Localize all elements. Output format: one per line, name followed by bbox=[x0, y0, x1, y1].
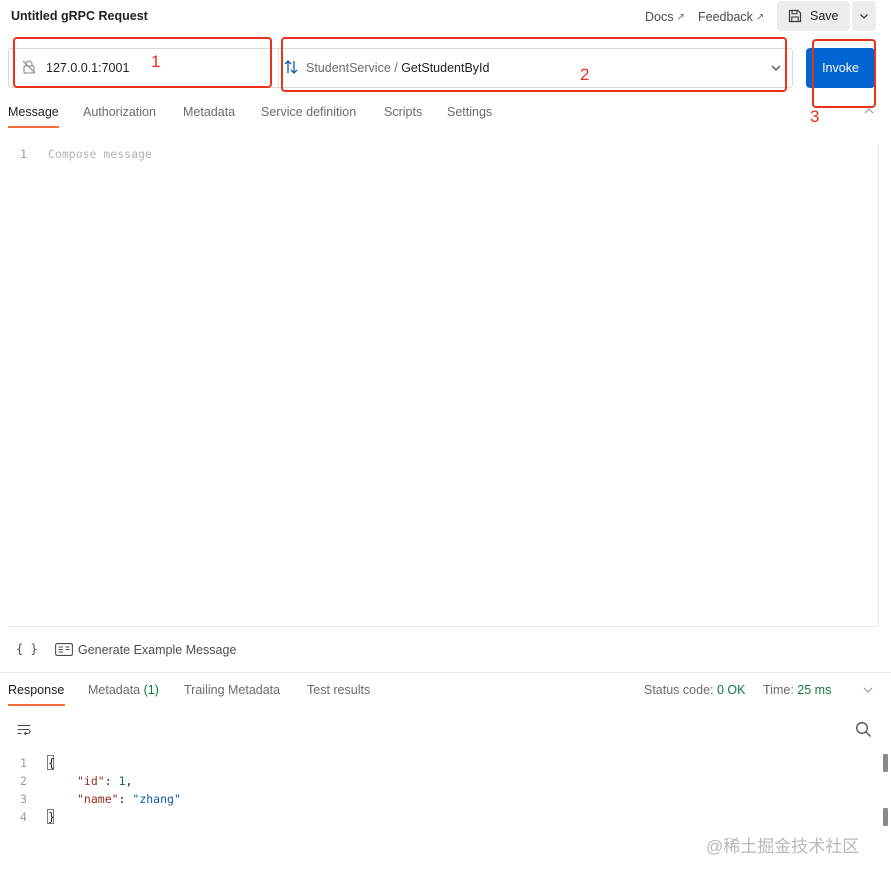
metadata-count-badge: (1) bbox=[143, 683, 159, 697]
annotation-number-2: 2 bbox=[580, 65, 590, 84]
tab-service-definition[interactable]: Service definition bbox=[261, 105, 356, 119]
docs-link-label: Docs bbox=[645, 10, 674, 24]
feedback-link-label: Feedback bbox=[698, 10, 753, 24]
status-code-label: Status code: bbox=[644, 683, 714, 697]
method-selector[interactable]: StudentService / GetStudentById bbox=[306, 61, 489, 75]
tab-message[interactable]: Message bbox=[8, 105, 59, 119]
json-colon: : bbox=[118, 792, 133, 806]
search-icon[interactable] bbox=[855, 721, 872, 738]
example-message-icon[interactable] bbox=[55, 643, 73, 656]
chevron-up-icon[interactable] bbox=[862, 104, 876, 118]
tab-settings[interactable]: Settings bbox=[447, 105, 492, 119]
response-line-number: 2 bbox=[20, 774, 27, 788]
bidirectional-arrows-icon bbox=[284, 60, 298, 74]
editor-line-number: 1 bbox=[20, 147, 27, 161]
json-open-brace: { bbox=[48, 756, 55, 770]
json-key-name: "name" bbox=[77, 792, 119, 806]
tab-test-results[interactable]: Test results bbox=[307, 683, 370, 697]
tab-trailing-metadata[interactable]: Trailing Metadata bbox=[184, 683, 280, 697]
response-scrollbar-marker[interactable] bbox=[883, 754, 888, 772]
save-button-label: Save bbox=[810, 9, 839, 23]
json-value-name: "zhang" bbox=[132, 792, 181, 806]
annotation-number-3: 3 bbox=[810, 107, 820, 126]
chevron-down-icon[interactable] bbox=[769, 61, 783, 75]
active-tab-indicator bbox=[8, 126, 59, 128]
service-name: StudentService bbox=[306, 61, 391, 75]
active-response-tab-indicator bbox=[8, 704, 65, 706]
generate-example-message-button[interactable]: Generate Example Message bbox=[78, 643, 236, 657]
tab-response-metadata[interactable]: Metadata (1) bbox=[88, 683, 159, 697]
save-options-button[interactable] bbox=[852, 1, 876, 31]
json-close-brace: } bbox=[48, 810, 55, 824]
lock-slash-icon[interactable] bbox=[21, 59, 37, 75]
url-bar-divider bbox=[278, 49, 279, 87]
response-time-label: Time: bbox=[763, 683, 794, 697]
tab-response[interactable]: Response bbox=[8, 683, 64, 697]
text-wrap-icon[interactable] bbox=[16, 722, 32, 738]
chevron-down-icon[interactable] bbox=[861, 683, 875, 697]
tab-authorization[interactable]: Authorization bbox=[83, 105, 156, 119]
editor-scrollbar[interactable] bbox=[878, 144, 879, 626]
editor-divider bbox=[8, 626, 878, 627]
tab-scripts[interactable]: Scripts bbox=[384, 105, 422, 119]
save-button[interactable]: Save bbox=[777, 1, 850, 31]
invoke-button[interactable]: Invoke bbox=[806, 48, 875, 88]
feedback-link[interactable]: Feedback ↗ bbox=[698, 10, 764, 24]
json-line-id: "id": 1, bbox=[77, 774, 132, 788]
beautify-button[interactable]: { } bbox=[16, 642, 38, 656]
external-link-icon: ↗ bbox=[755, 11, 765, 23]
json-key-id: "id" bbox=[77, 774, 105, 788]
panel-divider[interactable] bbox=[0, 672, 891, 673]
json-value-id: 1 bbox=[118, 774, 126, 788]
response-time: Time: 25 ms bbox=[763, 683, 831, 697]
service-separator: / bbox=[390, 61, 402, 75]
response-line-number: 1 bbox=[20, 756, 27, 770]
message-editor[interactable]: Compose message bbox=[48, 147, 152, 161]
response-line-number: 4 bbox=[20, 810, 27, 824]
docs-link[interactable]: Docs ↗ bbox=[645, 10, 685, 24]
status-code-value: 0 OK bbox=[716, 683, 746, 697]
response-time-value: 25 ms bbox=[797, 683, 832, 697]
response-scrollbar-marker[interactable] bbox=[883, 808, 888, 826]
save-disk-icon bbox=[788, 9, 802, 23]
json-line-name: "name": "zhang" bbox=[77, 792, 181, 806]
chevron-down-icon bbox=[860, 14, 868, 19]
tab-metadata[interactable]: Metadata bbox=[183, 105, 235, 119]
response-line-number: 3 bbox=[20, 792, 27, 806]
json-comma: , bbox=[125, 774, 133, 788]
annotation-number-1: 1 bbox=[151, 52, 161, 71]
request-title: Untitled gRPC Request bbox=[11, 9, 148, 23]
server-url-input[interactable]: 127.0.0.1:7001 bbox=[46, 61, 129, 75]
tab-response-metadata-label: Metadata bbox=[88, 683, 141, 697]
method-name: GetStudentById bbox=[401, 61, 490, 75]
external-link-icon: ↗ bbox=[676, 11, 685, 23]
status-code: Status code: 0 OK bbox=[644, 683, 745, 697]
watermark: @稀土掘金技术社区 bbox=[706, 837, 860, 856]
json-colon: : bbox=[104, 774, 119, 788]
